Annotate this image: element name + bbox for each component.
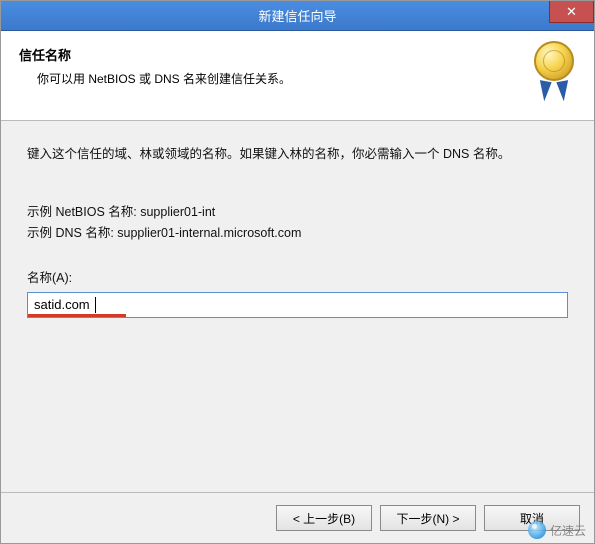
header-title: 信任名称 <box>19 45 576 64</box>
examples-block: 示例 NetBIOS 名称: supplier01-int 示例 DNS 名称:… <box>27 202 568 245</box>
wizard-window: 新建信任向导 ✕ 信任名称 你可以用 NetBIOS 或 DNS 名来创建信任关… <box>0 0 595 544</box>
window-title: 新建信任向导 <box>1 6 594 25</box>
header-subtitle: 你可以用 NetBIOS 或 DNS 名来创建信任关系。 <box>37 70 576 87</box>
medal-icon <box>532 41 576 101</box>
cancel-button[interactable]: 取消 <box>484 505 580 531</box>
example-netbios: 示例 NetBIOS 名称: supplier01-int <box>27 202 568 223</box>
close-icon: ✕ <box>566 4 577 20</box>
wizard-footer: < 上一步(B) 下一步(N) > 取消 <box>1 492 594 543</box>
name-input-wrap <box>27 292 568 318</box>
next-button[interactable]: 下一步(N) > <box>380 505 476 531</box>
text-caret <box>95 297 96 313</box>
spellcheck-underline <box>28 314 126 317</box>
wizard-header: 信任名称 你可以用 NetBIOS 或 DNS 名来创建信任关系。 <box>1 31 594 121</box>
wizard-body: 键入这个信任的域、林或领域的名称。如果键入林的名称，你必需输入一个 DNS 名称… <box>1 121 594 492</box>
close-button[interactable]: ✕ <box>549 1 594 23</box>
instruction-text: 键入这个信任的域、林或领域的名称。如果键入林的名称，你必需输入一个 DNS 名称… <box>27 143 568 162</box>
name-field-label: 名称(A): <box>27 267 568 286</box>
example-dns: 示例 DNS 名称: supplier01-internal.microsoft… <box>27 223 568 244</box>
back-button[interactable]: < 上一步(B) <box>276 505 372 531</box>
titlebar: 新建信任向导 ✕ <box>1 1 594 31</box>
header-text: 信任名称 你可以用 NetBIOS 或 DNS 名来创建信任关系。 <box>19 45 576 100</box>
